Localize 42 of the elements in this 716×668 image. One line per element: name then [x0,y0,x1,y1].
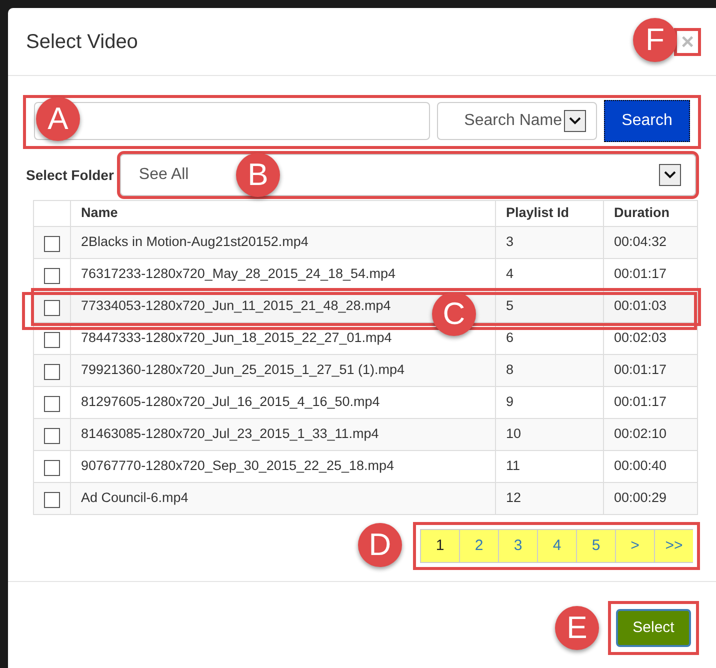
row-checkbox[interactable] [44,236,60,252]
table-cell: 79921360-1280x720_Jun_25_2015_1_27_51 (1).mp4 [70,354,496,386]
search-scope-select[interactable]: Search Name [437,102,597,140]
table-cell: 00:02:10 [604,418,698,450]
search-button[interactable]: Search [604,100,690,142]
table-cell: 10 [496,418,604,450]
table-cell: 2Blacks in Motion-Aug21st20152.mp4 [70,226,496,258]
row-checkbox[interactable] [44,460,60,476]
table-cell: 00:00:29 [604,482,698,514]
row-checkbox[interactable] [44,364,60,380]
page-link[interactable]: 4 [537,529,576,563]
table-cell: 00:01:17 [604,354,698,386]
row-checkbox[interactable] [44,428,60,444]
table-cell: 00:04:32 [604,226,698,258]
column-header: Playlist Id [496,200,604,226]
folder-select[interactable]: See All B [120,154,696,196]
row-checkbox[interactable] [44,268,60,284]
dialog-title: Select Video [26,30,138,54]
folder-label: Select Folder [26,166,114,184]
table-cell: Ad Council-6.mp4 [70,482,496,514]
row-checkbox[interactable] [44,396,60,412]
table-cell: 3 [496,226,604,258]
table-cell: 5 [496,290,604,322]
page-link[interactable]: 3 [498,529,537,563]
column-header: Name [70,200,496,226]
callout-marker: B [236,153,280,197]
page-link[interactable]: 1 [420,529,459,563]
page-link[interactable]: >> [654,529,693,563]
table-cell: 8 [496,354,604,386]
table-cell: 12 [496,482,604,514]
page-link[interactable]: 2 [459,529,498,563]
row-checkbox[interactable] [44,332,60,348]
callout-marker: E [555,606,599,650]
page-link[interactable]: 5 [576,529,615,563]
row-checkbox[interactable] [44,492,60,508]
search-field[interactable] [34,102,430,140]
select-button[interactable]: Select [616,609,691,647]
row-checkbox[interactable] [44,300,60,316]
callout-marker: D [358,523,402,567]
page-link[interactable]: > [615,529,654,563]
table-cell: 81463085-1280x720_Jul_23_2015_1_33_11.mp4 [70,418,496,450]
callout-marker: F [633,18,677,62]
